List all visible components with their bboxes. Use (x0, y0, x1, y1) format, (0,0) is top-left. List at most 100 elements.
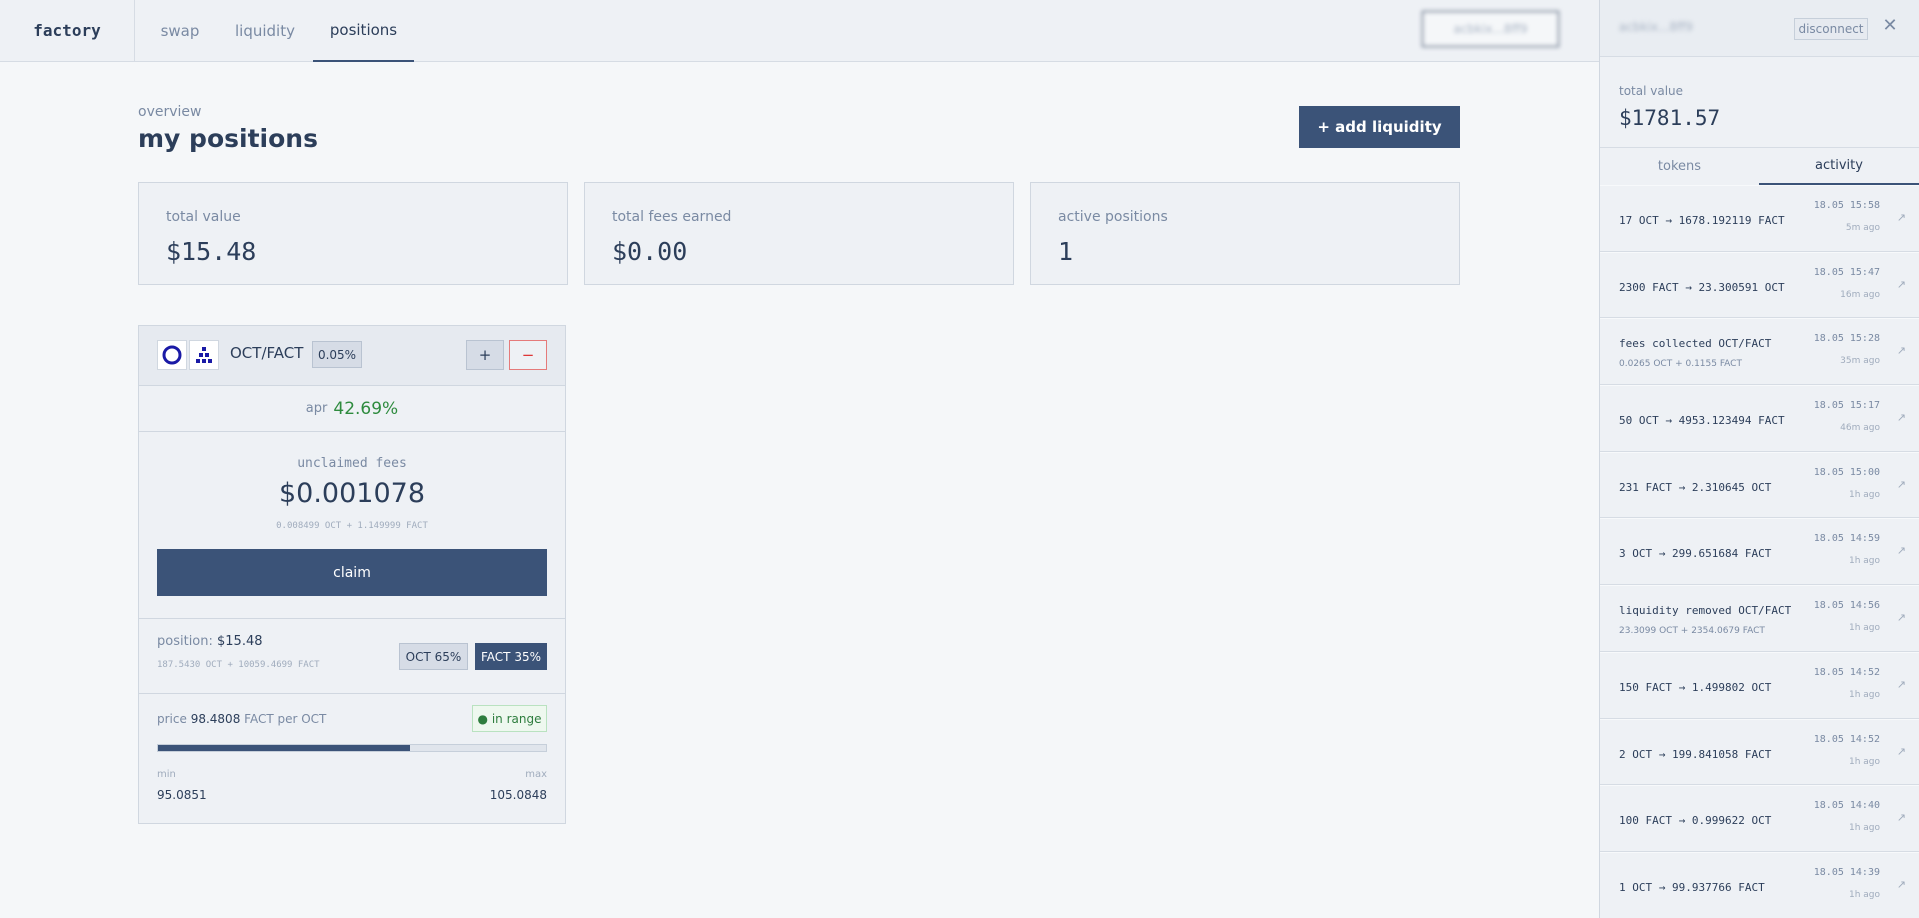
activity-title: 231 FACT → 2.310645 OCT (1619, 480, 1772, 494)
activity-item[interactable]: 231 FACT → 2.310645 OCT 18.05 15:00 1h ago… (1600, 451, 1919, 519)
stat-label: active positions (1058, 209, 1168, 225)
activity-title: liquidity removed OCT/FACT (1619, 604, 1792, 618)
activity-title: 17 OCT → 1678.192119 FACT (1619, 214, 1785, 227)
activity-title: 2 OCT → 199.841058 FACT (1619, 747, 1772, 761)
external-link-icon[interactable]: ↗ (1897, 278, 1906, 291)
activity-ago: 1h ago (1848, 756, 1880, 767)
external-link-icon[interactable]: ↗ (1897, 878, 1906, 891)
activity-title: 3 OCT → 299.651684 FACT (1619, 547, 1772, 561)
activity-ago: 46m ago (1840, 423, 1880, 434)
position-value: $15.48 (217, 634, 263, 649)
activity-time: 18.05 14:56 (1813, 600, 1880, 612)
unclaimed-fees-label: unclaimed fees (297, 456, 407, 471)
activity-time: 18.05 15:47 (1813, 266, 1880, 278)
activity-title: 1 OCT → 99.937766 FACT (1619, 880, 1765, 894)
add-liquidity-button[interactable]: + add liquidity (1299, 106, 1460, 148)
overview-label: overview (138, 104, 202, 120)
stat-value: $0.00 (612, 237, 688, 266)
unclaimed-fees-value: $0.001078 (278, 478, 425, 509)
activity-ago: 1h ago (1848, 556, 1880, 567)
in-range-badge: ● in range (472, 705, 547, 732)
max-value: 105.0848 (489, 788, 547, 802)
panel-tab-activity[interactable]: activity (1759, 147, 1919, 185)
activity-time: 18.05 14:52 (1813, 666, 1880, 678)
activity-item[interactable]: 150 FACT → 1.499802 OCT 18.05 14:52 1h ago… (1600, 651, 1919, 719)
activity-time: 18.05 14:40 (1813, 800, 1880, 812)
activity-subtitle: 0.0265 OCT + 0.1155 FACT (1619, 359, 1742, 370)
price-line: price 98.4808 FACT per OCT (157, 712, 326, 726)
position-line: position: $15.48 (157, 634, 263, 649)
apr-label: apr (305, 401, 328, 416)
unclaimed-fees-breakdown: 0.008499 OCT + 1.149999 FACT (276, 521, 428, 531)
price-range-section: price 98.4808 FACT per OCT ● in range mi… (139, 694, 565, 824)
page-title: my positions (138, 124, 318, 153)
activity-ago: 5m ago (1845, 223, 1880, 233)
nav-tab-positions[interactable]: positions (313, 0, 414, 62)
price-value: 98.4808 (190, 712, 241, 726)
oct-token-icon (157, 340, 187, 370)
app-logo[interactable]: factory (0, 0, 135, 61)
external-link-icon[interactable]: ↗ (1897, 678, 1906, 691)
activity-item[interactable]: liquidity removed OCT/FACT 23.3099 OCT + … (1600, 585, 1919, 652)
nav-tab-swap[interactable]: swap (135, 0, 225, 62)
activity-item[interactable]: 1 OCT → 99.937766 FACT 18.05 14:39 1h ago ↗ (1600, 851, 1919, 918)
position-value-section: position: $15.48 187.5430 OCT + 10059.46… (139, 619, 565, 694)
external-link-icon[interactable]: ↗ (1897, 611, 1906, 624)
increase-liquidity-button[interactable]: + (466, 340, 504, 370)
activity-subtitle: 23.3099 OCT + 2354.0679 FACT (1619, 626, 1765, 637)
activity-ago: 35m ago (1840, 356, 1880, 367)
external-link-icon[interactable]: ↗ (1897, 211, 1906, 224)
activity-item[interactable]: 2 OCT → 199.841058 FACT 18.05 14:52 1h ago… (1600, 718, 1919, 786)
unclaimed-fees-section: unclaimed fees $0.001078 0.008499 OCT + … (139, 432, 565, 619)
remove-liquidity-button[interactable]: − (509, 340, 547, 370)
apr-value: 42.69% (333, 398, 399, 419)
disconnect-button[interactable]: disconnect (1794, 18, 1868, 40)
activity-title: 100 FACT → 0.999622 OCT (1619, 814, 1772, 828)
position-card-header: OCT/FACT 0.05% + − (139, 326, 565, 386)
wallet-address: acbkix...8ff9 (1619, 20, 1693, 34)
activity-item[interactable]: 3 OCT → 299.651684 FACT 18.05 14:59 1h ago… (1600, 518, 1919, 586)
activity-time: 18.05 14:59 (1813, 533, 1880, 545)
wallet-button[interactable]: acbkix...8ff9 (1422, 11, 1559, 47)
activity-time: 18.05 15:28 (1813, 333, 1880, 345)
activity-time: 18.05 14:52 (1813, 733, 1880, 745)
external-link-icon[interactable]: ↗ (1897, 478, 1906, 491)
stat-active-positions: active positions 1 (1030, 182, 1460, 285)
activity-item[interactable]: 2300 FACT → 23.300591 OCT 18.05 15:47 16m … (1600, 251, 1919, 319)
stat-total-value: total value $15.48 (138, 182, 568, 285)
claim-button[interactable]: claim (157, 549, 547, 596)
panel-tab-tokens[interactable]: tokens (1600, 147, 1759, 185)
activity-ago: 16m ago (1840, 289, 1880, 300)
activity-ago: 1h ago (1848, 689, 1880, 700)
panel-total-value-label: total value (1619, 84, 1684, 98)
top-nav: factory swap liquidity positions acbkix.… (0, 0, 1599, 62)
max-label: max (525, 769, 547, 780)
activity-ago: 1h ago (1848, 823, 1880, 834)
position-label: position: (157, 634, 213, 649)
price-label: price (157, 712, 187, 726)
external-link-icon[interactable]: ↗ (1897, 344, 1906, 357)
close-icon[interactable]: ✕ (1880, 15, 1900, 36)
activity-item[interactable]: 100 FACT → 0.999622 OCT 18.05 14:40 1h ago… (1600, 785, 1919, 852)
activity-time: 18.05 14:39 (1813, 866, 1880, 878)
range-bar (157, 744, 547, 752)
position-breakdown: 187.5430 OCT + 10059.4699 FACT (157, 660, 320, 670)
activity-item[interactable]: 50 OCT → 4953.123494 FACT 18.05 15:17 46m … (1600, 385, 1919, 452)
activity-ago: 1h ago (1848, 889, 1880, 900)
external-link-icon[interactable]: ↗ (1897, 811, 1906, 824)
apr-row: apr 42.69% (139, 386, 565, 432)
activity-item[interactable]: fees collected OCT/FACT 0.0265 OCT + 0.11… (1600, 318, 1919, 386)
position-card: OCT/FACT 0.05% + − apr 42.69% unclaimed … (138, 325, 566, 824)
activity-title: fees collected OCT/FACT (1619, 337, 1772, 351)
external-link-icon[interactable]: ↗ (1897, 411, 1906, 424)
external-link-icon[interactable]: ↗ (1897, 544, 1906, 557)
pair-name: OCT/FACT (230, 344, 304, 362)
stat-total-fees: total fees earned $0.00 (584, 182, 1014, 285)
activity-time: 18.05 15:17 (1813, 400, 1880, 412)
activity-time: 18.05 15:00 (1813, 466, 1880, 478)
external-link-icon[interactable]: ↗ (1897, 745, 1906, 758)
min-value: 95.0851 (157, 788, 207, 802)
fact-share-badge: FACT 35% (475, 643, 547, 670)
nav-tab-liquidity[interactable]: liquidity (225, 0, 305, 62)
activity-item[interactable]: 17 OCT → 1678.192119 FACT 18.05 15:58 5m a… (1600, 185, 1919, 252)
